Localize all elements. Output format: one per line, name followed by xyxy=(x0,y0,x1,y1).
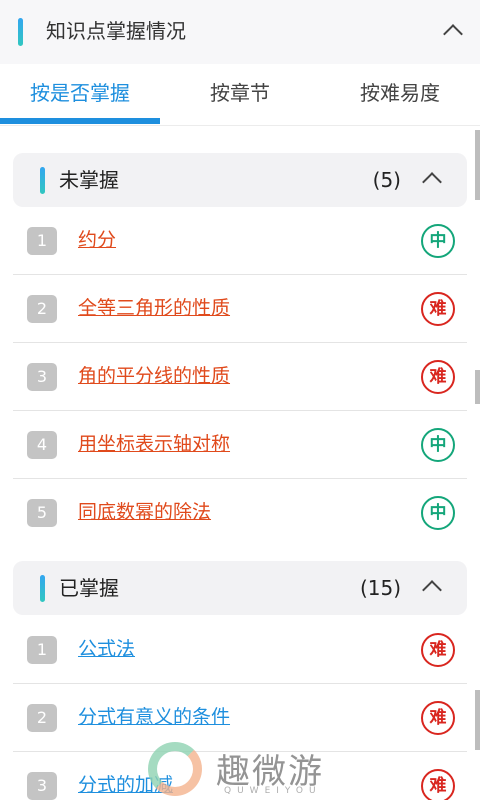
item-number: 2 xyxy=(27,704,57,732)
difficulty-badge: 难 xyxy=(421,769,455,800)
header-accent-bar xyxy=(18,18,23,46)
item-number: 2 xyxy=(27,295,57,323)
list-item[interactable]: 1 约分 中 xyxy=(13,207,467,275)
difficulty-badge: 中 xyxy=(421,224,455,258)
topic-link[interactable]: 分式有意义的条件 xyxy=(78,702,230,732)
page-title: 知识点掌握情况 xyxy=(46,19,186,43)
list-item[interactable]: 1 公式法 难 xyxy=(13,616,467,684)
scrollbar-thumb[interactable] xyxy=(475,130,480,200)
active-tab-indicator xyxy=(0,118,160,124)
list-item[interactable]: 5 同底数幂的除法 中 xyxy=(13,479,467,547)
topic-link[interactable]: 用坐标表示轴对称 xyxy=(78,429,230,459)
watermark: 趣微游 QUWEIYOU xyxy=(148,740,348,800)
difficulty-badge: 难 xyxy=(421,360,455,394)
topic-link[interactable]: 同底数幂的除法 xyxy=(78,497,211,527)
section-header-unmastered[interactable]: 未掌握 (5) xyxy=(13,153,467,207)
section-title: 已掌握 xyxy=(59,576,119,600)
item-number: 3 xyxy=(27,772,57,800)
difficulty-badge: 难 xyxy=(421,701,455,735)
list-item[interactable]: 4 用坐标表示轴对称 中 xyxy=(13,411,467,479)
tab-bar: 按是否掌握 按章节 按难易度 xyxy=(0,64,480,126)
chevron-up-icon[interactable] xyxy=(443,24,463,44)
section-count: (15) xyxy=(359,576,401,600)
topic-link[interactable]: 约分 xyxy=(78,225,116,255)
section-accent-bar xyxy=(40,575,45,602)
section-count: (5) xyxy=(372,168,401,192)
section-header-mastered[interactable]: 已掌握 (15) xyxy=(13,561,467,615)
scrollbar-thumb[interactable] xyxy=(475,690,480,750)
knowledge-mastery-header[interactable]: 知识点掌握情况 xyxy=(0,0,480,64)
item-number: 1 xyxy=(27,636,57,664)
tab-by-chapter[interactable]: 按章节 xyxy=(160,64,320,126)
topic-link[interactable]: 全等三角形的性质 xyxy=(78,293,230,323)
item-number: 4 xyxy=(27,431,57,459)
tab-by-difficulty[interactable]: 按难易度 xyxy=(320,64,480,126)
chevron-up-icon[interactable] xyxy=(422,580,442,600)
chevron-up-icon[interactable] xyxy=(422,172,442,192)
tab-by-mastery[interactable]: 按是否掌握 xyxy=(0,64,160,126)
section-title: 未掌握 xyxy=(59,168,119,192)
item-number: 3 xyxy=(27,363,57,391)
item-number: 5 xyxy=(27,499,57,527)
watermark-subtext: QUWEIYOU xyxy=(224,786,322,796)
difficulty-badge: 中 xyxy=(421,428,455,462)
item-number: 1 xyxy=(27,227,57,255)
topic-link[interactable]: 角的平分线的性质 xyxy=(78,361,230,391)
topic-link[interactable]: 公式法 xyxy=(78,634,135,664)
scrollbar-thumb[interactable] xyxy=(475,370,480,404)
difficulty-badge: 难 xyxy=(421,633,455,667)
list-item[interactable]: 3 角的平分线的性质 难 xyxy=(13,343,467,411)
list-item[interactable]: 2 全等三角形的性质 难 xyxy=(13,275,467,343)
difficulty-badge: 中 xyxy=(421,496,455,530)
watermark-logo-icon xyxy=(148,742,202,796)
section-accent-bar xyxy=(40,167,45,194)
difficulty-badge: 难 xyxy=(421,292,455,326)
